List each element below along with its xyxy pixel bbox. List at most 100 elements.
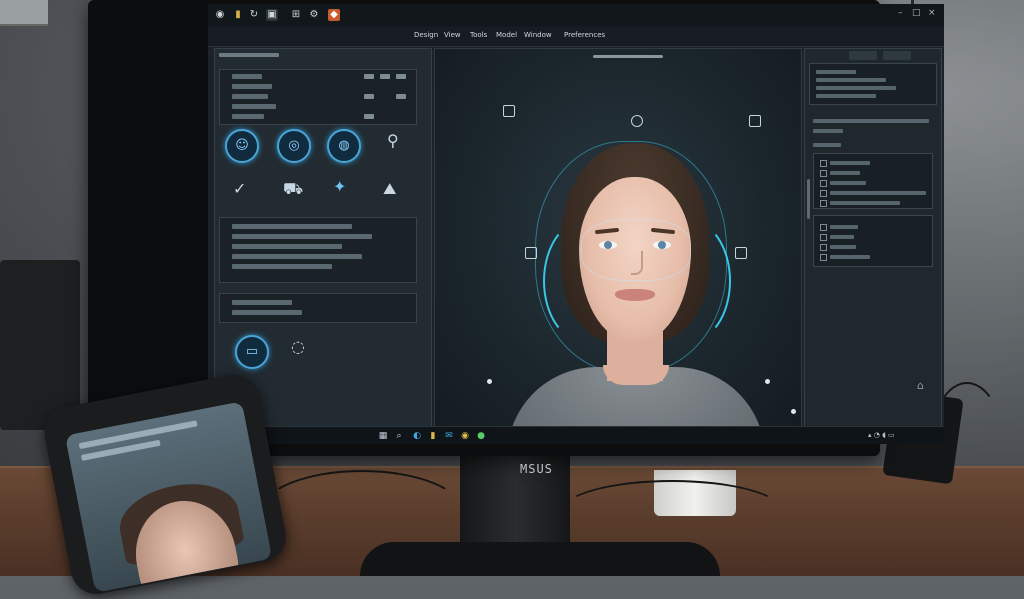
capture-icon[interactable]: ◌ xyxy=(291,337,305,356)
chrome-icon[interactable]: ◉ xyxy=(460,431,470,441)
checkbox-label xyxy=(830,255,870,259)
face-mesh-overlay xyxy=(581,219,691,281)
menu-window[interactable]: Window xyxy=(524,31,552,39)
settings-icon[interactable]: ⚙ xyxy=(308,9,320,21)
pin-icon[interactable]: ⚲ xyxy=(387,131,399,150)
scrollbar[interactable] xyxy=(807,179,810,219)
lock-icon[interactable]: ⌂ xyxy=(917,379,924,392)
list-item[interactable] xyxy=(232,264,332,269)
maximize-button[interactable]: □ xyxy=(912,8,921,18)
folder-icon[interactable]: ▮ xyxy=(232,9,244,21)
title-bar: ◉ ▮ ↻ ▣ ⊞ ⚙ ◆ – □ × xyxy=(208,4,944,27)
folder-icon[interactable]: ▮ xyxy=(428,431,438,441)
search-icon[interactable]: ⌕ xyxy=(394,431,404,441)
landmark-marker[interactable] xyxy=(525,247,537,259)
landmark-marker[interactable] xyxy=(631,115,643,127)
list-item[interactable] xyxy=(232,114,264,119)
monitor-stand xyxy=(460,456,570,546)
checkbox[interactable] xyxy=(820,254,827,261)
head-icon[interactable]: ◍ xyxy=(327,129,361,163)
3d-viewport[interactable] xyxy=(434,48,802,440)
monitor-base xyxy=(360,542,720,576)
properties-list xyxy=(219,69,417,125)
layers-list xyxy=(219,217,417,283)
value xyxy=(380,74,390,79)
close-button[interactable]: × xyxy=(928,8,936,18)
list-item[interactable] xyxy=(232,234,372,239)
list-item[interactable] xyxy=(232,254,362,259)
store-icon[interactable]: ● xyxy=(476,431,486,441)
tab-settings[interactable] xyxy=(883,51,911,60)
section-header xyxy=(813,143,841,147)
section-list xyxy=(219,293,417,323)
list-item[interactable] xyxy=(232,104,276,109)
checkbox[interactable] xyxy=(820,234,827,241)
menu-view[interactable]: View xyxy=(444,31,461,39)
grid-icon[interactable]: ⊞ xyxy=(290,9,302,21)
mesh-icon[interactable]: ◎ xyxy=(277,129,311,163)
value xyxy=(364,74,374,79)
landmark-marker[interactable] xyxy=(503,105,515,117)
landmark-icon[interactable]: ⛰ xyxy=(383,179,396,199)
list-item[interactable] xyxy=(232,300,292,305)
minimize-button[interactable]: – xyxy=(898,8,903,18)
start-icon[interactable]: ▦ xyxy=(378,431,388,441)
checkbox[interactable] xyxy=(820,180,827,187)
refresh-icon[interactable]: ↻ xyxy=(248,9,260,21)
section-header xyxy=(813,129,843,133)
checkbox[interactable] xyxy=(820,224,827,231)
list-item[interactable] xyxy=(232,94,268,99)
home-icon[interactable]: ◉ xyxy=(214,9,226,21)
list-item[interactable] xyxy=(232,244,342,249)
list-item[interactable] xyxy=(816,94,876,98)
menu-bar: Design View Tools Model Window Preferenc… xyxy=(208,26,944,47)
list-item[interactable] xyxy=(232,84,272,89)
check-icon[interactable]: ✓ xyxy=(233,179,246,198)
checkbox-label xyxy=(830,225,858,229)
monitor-brand: MSUS xyxy=(520,462,553,476)
list-item[interactable] xyxy=(232,224,352,229)
shelf xyxy=(0,0,48,26)
checkbox[interactable] xyxy=(820,244,827,251)
sparkle-icon[interactable]: ✦ xyxy=(333,177,346,196)
landmark-dot xyxy=(487,379,492,384)
app-icon[interactable]: ◆ xyxy=(328,9,340,21)
menu-design[interactable]: Design xyxy=(414,31,438,39)
checkbox-label xyxy=(830,161,870,165)
outline-box xyxy=(809,63,937,105)
list-item[interactable] xyxy=(232,74,262,79)
list-item[interactable] xyxy=(232,310,302,315)
phone-screen[interactable] xyxy=(64,401,273,593)
edge-icon[interactable]: ◐ xyxy=(412,431,422,441)
car-icon[interactable]: ⛟ xyxy=(283,179,303,200)
taskbar: ▦ ⌕ ◐ ▮ ✉ ◉ ● ▴ ◔ ◖ ▭ xyxy=(208,426,944,444)
lips xyxy=(615,289,655,301)
menu-preferences[interactable]: Preferences xyxy=(564,31,605,39)
list-item[interactable] xyxy=(816,86,896,90)
right-panel: ⌂ xyxy=(804,48,942,440)
camera-icon[interactable]: ▣ xyxy=(266,9,278,21)
value xyxy=(396,94,406,99)
checkbox[interactable] xyxy=(820,170,827,177)
checkbox[interactable] xyxy=(820,200,827,207)
screen: ◉ ▮ ↻ ▣ ⊞ ⚙ ◆ – □ × Design View Tools Mo… xyxy=(208,4,944,444)
menu-tools[interactable]: Tools xyxy=(470,31,487,39)
checkbox[interactable] xyxy=(820,190,827,197)
list-item[interactable] xyxy=(816,70,856,74)
menu-model[interactable]: Model xyxy=(496,31,517,39)
value xyxy=(364,114,374,119)
list-item[interactable] xyxy=(816,78,886,82)
system-tray[interactable]: ▴ ◔ ◖ ▭ xyxy=(868,431,895,439)
speaker xyxy=(0,260,80,430)
landmark-marker[interactable] xyxy=(735,247,747,259)
landmark-marker[interactable] xyxy=(749,115,761,127)
cable xyxy=(560,480,784,544)
checkbox[interactable] xyxy=(820,160,827,167)
face-scan-icon[interactable]: ☺ xyxy=(225,129,259,163)
checkbox-label xyxy=(830,201,900,205)
tab-properties[interactable] xyxy=(849,51,877,60)
monitor-scan-icon[interactable]: ▭ xyxy=(235,335,269,369)
mail-icon[interactable]: ✉ xyxy=(444,431,454,441)
viewport-handle[interactable] xyxy=(593,55,663,58)
checkbox-label xyxy=(830,171,860,175)
